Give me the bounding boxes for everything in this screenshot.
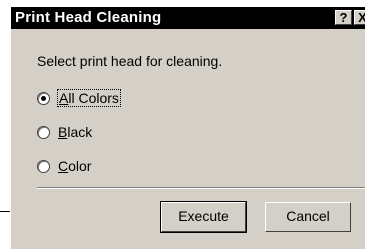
- option-black-label[interactable]: Black: [58, 124, 92, 140]
- help-button[interactable]: ?: [335, 10, 352, 25]
- radio-all-colors[interactable]: [37, 91, 50, 105]
- label-rest: olor: [68, 158, 92, 174]
- title-bar: Print Head Cleaning ? X: [11, 7, 365, 29]
- separator: [37, 187, 365, 189]
- instruction-text: Select print head for cleaning.: [37, 53, 223, 69]
- print-head-cleaning-dialog: Print Head Cleaning ? X Select print hea…: [10, 6, 365, 249]
- label-rest: lack: [67, 124, 93, 140]
- option-color[interactable]: Color: [37, 157, 91, 175]
- radio-black[interactable]: [37, 125, 50, 139]
- option-color-label[interactable]: Color: [58, 158, 91, 174]
- close-button[interactable]: X: [354, 10, 365, 25]
- mnemonic-b: B: [58, 124, 68, 140]
- option-all-colors-label[interactable]: All Colors: [57, 89, 121, 107]
- option-black[interactable]: Black: [37, 123, 92, 141]
- label-rest: ll Colors: [68, 90, 119, 106]
- mnemonic-a: A: [59, 90, 69, 106]
- window-title: Print Head Cleaning: [15, 9, 162, 26]
- execute-button[interactable]: Execute: [160, 201, 247, 233]
- radio-color[interactable]: [37, 159, 50, 173]
- option-all-colors[interactable]: All Colors: [37, 89, 121, 107]
- mnemonic-c: C: [58, 158, 69, 174]
- cancel-button[interactable]: Cancel: [265, 202, 351, 232]
